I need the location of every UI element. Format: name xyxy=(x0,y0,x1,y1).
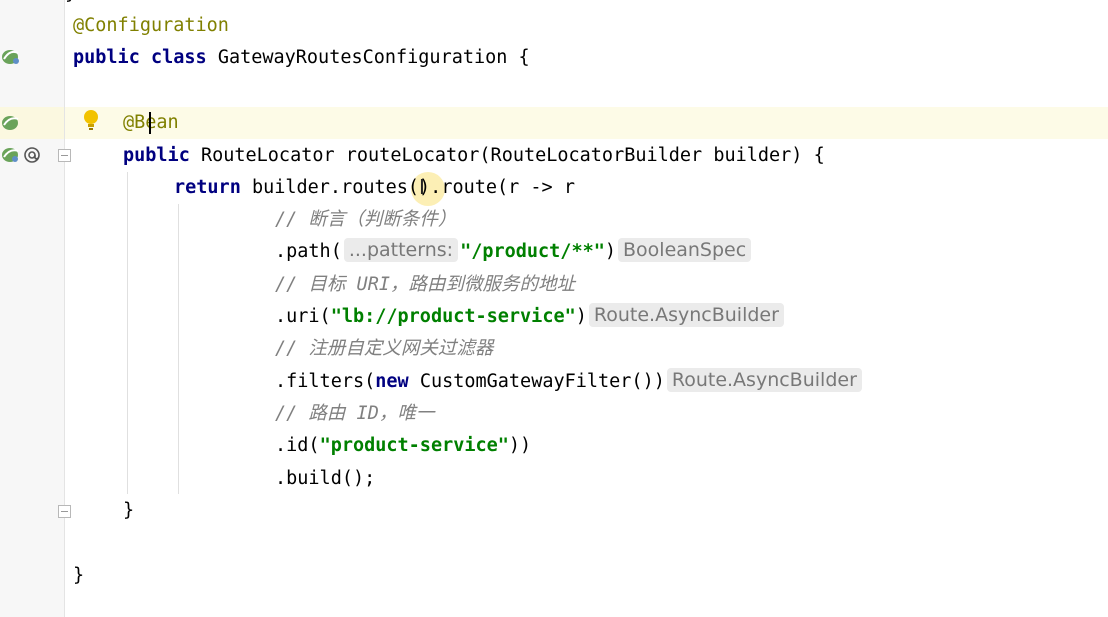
implementation-at-icon[interactable] xyxy=(22,145,42,165)
keyword-class: class xyxy=(150,47,207,68)
comment-predicate: // 断言（判断条件） xyxy=(275,209,457,230)
class-close-brace: } xyxy=(73,565,85,586)
code-line-2: public class GatewayRoutesConfiguration … xyxy=(73,42,1108,74)
indent-guide xyxy=(127,172,128,494)
code-line-return: return builder.routes().route(r -> r xyxy=(174,172,1108,204)
code-line-build: .build(); xyxy=(275,463,1108,495)
id-call-close: )) xyxy=(508,435,532,456)
code-line-prev-brace: } xyxy=(65,0,1108,10)
code-editor[interactable]: } @Configuration public class GatewayRou… xyxy=(65,0,1108,617)
spring-bean-icon[interactable] xyxy=(0,144,22,166)
method-signature: RouteLocator routeLocator(RouteLocatorBu… xyxy=(200,145,803,166)
path-call-open: .path( xyxy=(275,241,342,262)
class-name: GatewayRoutesConfiguration xyxy=(217,47,508,68)
code-line-path: .path(...patterns: "/product/**") BooleanS… xyxy=(275,236,1108,268)
spring-bean-icon[interactable] xyxy=(0,112,22,134)
return-expression: builder.routes().route(r -> r xyxy=(251,177,575,198)
keyword-return: return xyxy=(174,177,241,198)
code-line-comment-predicate: // 断言（判断条件） xyxy=(275,204,1108,236)
annotation-configuration: @Configuration xyxy=(73,15,229,36)
type-hint-route-asyncbuilder: Route.AsyncBuilder xyxy=(588,303,784,327)
comment-target-uri: // 目标 URI，路由到微服务的地址 xyxy=(275,274,575,295)
code-line-bean: @Bean xyxy=(123,107,1108,139)
comment-filter: // 注册自定义网关过滤器 xyxy=(275,338,494,359)
code-line-comment-filter: // 注册自定义网关过滤器 xyxy=(275,333,1108,365)
parameter-hint-patterns: ...patterns: xyxy=(343,238,459,262)
code-line-class-close: } xyxy=(73,560,1108,592)
lightbulb-icon[interactable] xyxy=(81,108,101,132)
type-hint-booleanspec: BooleanSpec xyxy=(618,238,752,262)
keyword-public: public xyxy=(123,145,190,166)
uri-string: "lb://product-service" xyxy=(330,306,576,327)
id-call-open: .id( xyxy=(275,435,320,456)
spring-bean-icon[interactable] xyxy=(0,45,22,69)
code-line-1: @Configuration xyxy=(73,10,1108,42)
code-line-filters: .filters(new CustomGatewayFilter()) Route… xyxy=(275,366,1108,398)
comment-route-id: // 路由 ID，唯一 xyxy=(275,403,435,424)
text-caret xyxy=(149,112,151,134)
method-open-brace: { xyxy=(813,145,825,166)
annotation-bean-prefix: @B xyxy=(123,112,146,133)
method-close-brace: } xyxy=(123,500,135,521)
code-line-method: public RouteLocator routeLocator(RouteLo… xyxy=(123,140,1108,172)
code-line-method-close: } xyxy=(123,495,1108,527)
text-cursor-ibeam-icon: I xyxy=(419,175,425,199)
keyword-public: public xyxy=(73,47,140,68)
keyword-new: new xyxy=(375,371,409,392)
editor-gutter[interactable] xyxy=(0,0,65,617)
code-line-comment-route-id: // 路由 ID，唯一 xyxy=(275,398,1108,430)
filters-call-rest: CustomGatewayFilter()) xyxy=(419,371,665,392)
path-string: "/product/**" xyxy=(460,241,605,262)
id-string: "product-service" xyxy=(319,435,509,456)
build-call: .build(); xyxy=(275,468,376,489)
type-hint-route-asyncbuilder: Route.AsyncBuilder xyxy=(666,368,862,392)
code-line-id: .id("product-service")) xyxy=(275,430,1108,462)
filters-call-open: .filters( xyxy=(275,371,376,392)
path-call-close: ) xyxy=(604,241,616,262)
class-open-brace: { xyxy=(518,47,530,68)
uri-call-close: ) xyxy=(575,306,587,327)
uri-call-open: .uri( xyxy=(275,306,331,327)
code-line-uri: .uri("lb://product-service") Route.AsyncB… xyxy=(275,301,1108,333)
indent-guide xyxy=(178,204,179,494)
code-line-comment-uri: // 目标 URI，路由到微服务的地址 xyxy=(275,269,1108,301)
